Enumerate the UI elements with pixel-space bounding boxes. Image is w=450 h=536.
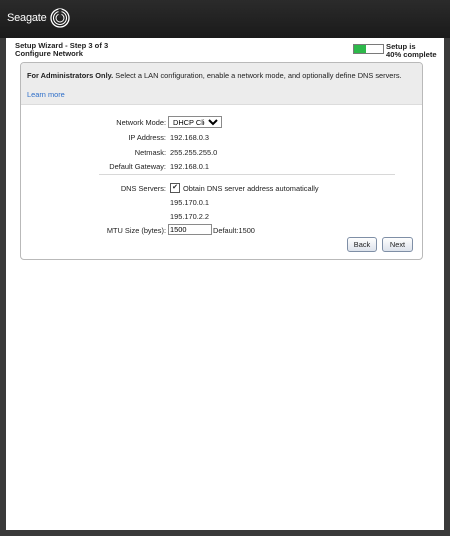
gateway-label: Default Gateway: [109, 162, 166, 171]
wizard-header: Setup Wizard - Step 3 of 3 Configure Net… [15, 42, 108, 58]
dns-auto-label[interactable]: Obtain DNS server address automatically [183, 184, 319, 193]
progress-text: Setup is 40% complete [386, 43, 446, 59]
dns-auto-checkbox[interactable]: ✔ [170, 183, 180, 193]
mtu-default: Default:1500 [213, 226, 255, 235]
network-mode-label: Network Mode: [116, 118, 166, 127]
netmask-value: 255.255.255.0 [170, 148, 218, 157]
dns-server1-value: 195.170.0.1 [170, 198, 210, 207]
intro-bold: For Administrators Only. [27, 71, 114, 80]
top-bar: Seagate [0, 0, 450, 38]
seagate-swirl-icon [49, 8, 70, 28]
intro-body: Select a LAN configuration, enable a net… [113, 71, 402, 80]
wizard-frame: Setup Wizard - Step 3 of 3 Configure Net… [6, 38, 444, 530]
mtu-input[interactable] [168, 224, 212, 235]
brand-name: Seagate [7, 12, 47, 24]
seagate-logo: Seagate [7, 5, 71, 31]
dns-label: DNS Servers: [120, 184, 166, 193]
ip-address-label: IP Address: [128, 133, 166, 142]
progress-fill [354, 45, 366, 53]
progress-bar [353, 44, 384, 54]
section-divider [99, 174, 395, 175]
page-title: Configure Network [15, 49, 83, 58]
ip-address-value: 192.168.0.3 [170, 133, 210, 142]
intro-text: For Administrators Only. Select a LAN co… [27, 71, 402, 80]
progress-line2: 40% complete [386, 50, 437, 59]
learn-more-link[interactable]: Learn more [27, 90, 65, 99]
network-panel: For Administrators Only. Select a LAN co… [20, 62, 423, 260]
network-mode-select[interactable]: DHCP Client [168, 116, 222, 128]
netmask-label: Netmask: [134, 148, 166, 157]
next-button[interactable]: Next [382, 237, 413, 252]
intro-box: For Administrators Only. Select a LAN co… [21, 63, 422, 105]
back-button[interactable]: Back [347, 237, 377, 252]
dns-server2-value: 195.170.2.2 [170, 212, 210, 221]
gateway-value: 192.168.0.1 [170, 162, 210, 171]
mtu-label: MTU Size (bytes): [106, 226, 166, 235]
